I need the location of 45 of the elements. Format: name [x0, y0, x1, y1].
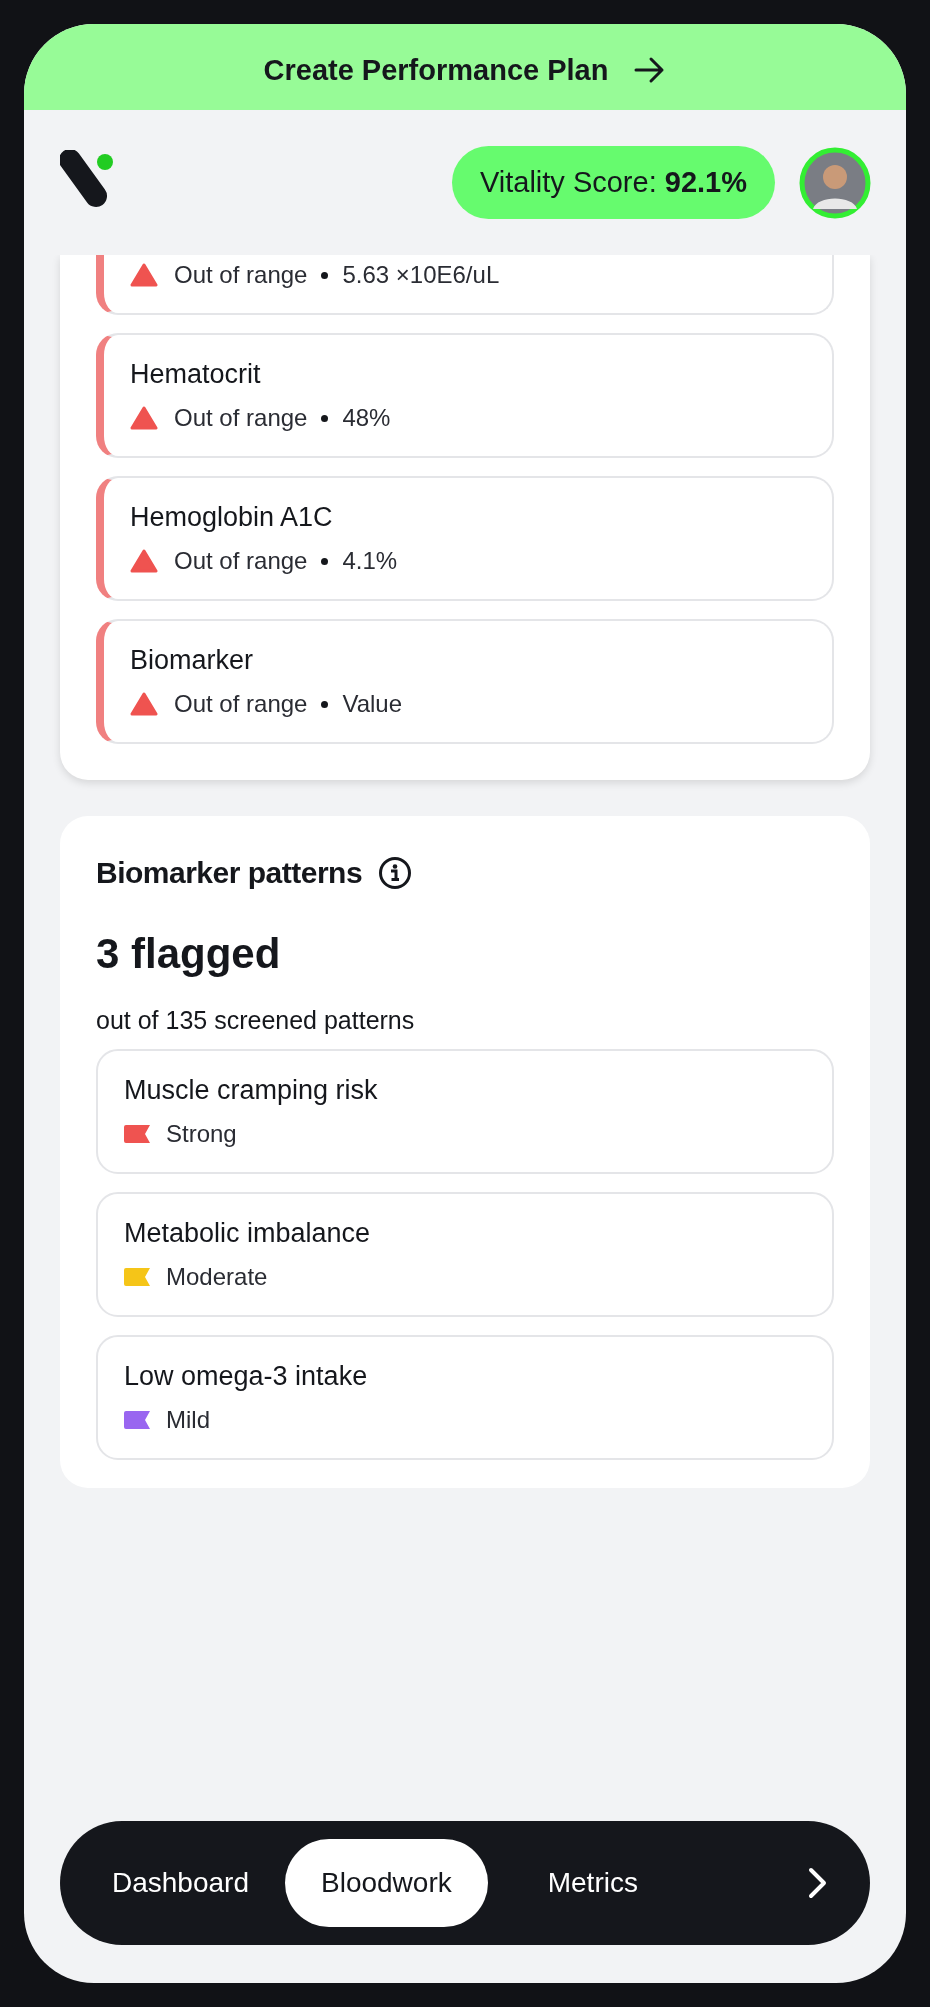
pattern-name: Metabolic imbalance: [124, 1218, 372, 1249]
pattern-card[interactable]: Low omega-3 intake Mild: [96, 1335, 834, 1460]
separator-dot: [321, 700, 329, 708]
biomarker-value: 4.1%: [342, 547, 398, 575]
pattern-name: Low omega-3 intake: [124, 1361, 369, 1392]
avatar[interactable]: [799, 146, 871, 219]
screened-summary: out of 135 screened patterns: [96, 1006, 416, 1035]
separator-dot: [321, 557, 329, 565]
biomarker-card[interactable]: Hemoglobin A1C Out of range 4.1%: [96, 476, 834, 601]
biomarker-card[interactable]: Out of range 5.63 ×10E6/uL: [96, 255, 834, 315]
flagged-count: 3 flagged: [96, 930, 282, 978]
separator-dot: [321, 414, 329, 422]
biomarker-status: Out of range: [174, 261, 308, 289]
biomarker-card[interactable]: Hematocrit Out of range 48%: [96, 333, 834, 458]
warning-triangle-icon: [130, 549, 158, 573]
section-title: Biomarker patterns: [96, 856, 363, 890]
biomarker-status: Out of range: [174, 404, 308, 432]
warning-triangle-icon: [130, 406, 158, 430]
warning-triangle-icon: [130, 263, 158, 287]
pattern-card[interactable]: Metabolic imbalance Moderate: [96, 1192, 834, 1317]
create-plan-button[interactable]: Create Performance Plan: [24, 24, 906, 110]
nav-tab[interactable]: Dashboard: [112, 1839, 261, 1927]
biomarker-value: 5.63 ×10E6/uL: [342, 261, 500, 289]
pattern-card[interactable]: Muscle cramping risk Strong: [96, 1049, 834, 1174]
separator-dot: [321, 271, 329, 279]
vitality-score-badge: Vitality Score: 92.1%: [451, 146, 775, 219]
nav-tab[interactable]: Metrics: [511, 1839, 674, 1927]
flag-icon: [124, 1411, 150, 1429]
biomarker-card[interactable]: Biomarker Out of range Value: [96, 619, 834, 744]
biomarker-name: Hemoglobin A1C: [130, 502, 334, 533]
biomarker-value: Value: [342, 690, 403, 718]
biomarker-name: Biomarker: [130, 645, 255, 676]
info-icon[interactable]: [378, 856, 413, 890]
severity-label: Mild: [166, 1406, 210, 1434]
biomarker-status: Out of range: [174, 547, 308, 575]
severity-label: Strong: [166, 1120, 237, 1148]
pattern-name: Muscle cramping risk: [124, 1075, 379, 1106]
flag-icon: [124, 1268, 150, 1286]
nav-tab[interactable]: Bloodwork: [285, 1839, 488, 1927]
biomarker-status: Out of range: [174, 690, 308, 718]
biomarker-value: 48%: [342, 404, 391, 432]
warning-triangle-icon: [130, 692, 158, 716]
severity-label: Moderate: [166, 1263, 268, 1291]
biomarker-name: Hematocrit: [130, 359, 262, 390]
flag-icon: [124, 1125, 150, 1143]
